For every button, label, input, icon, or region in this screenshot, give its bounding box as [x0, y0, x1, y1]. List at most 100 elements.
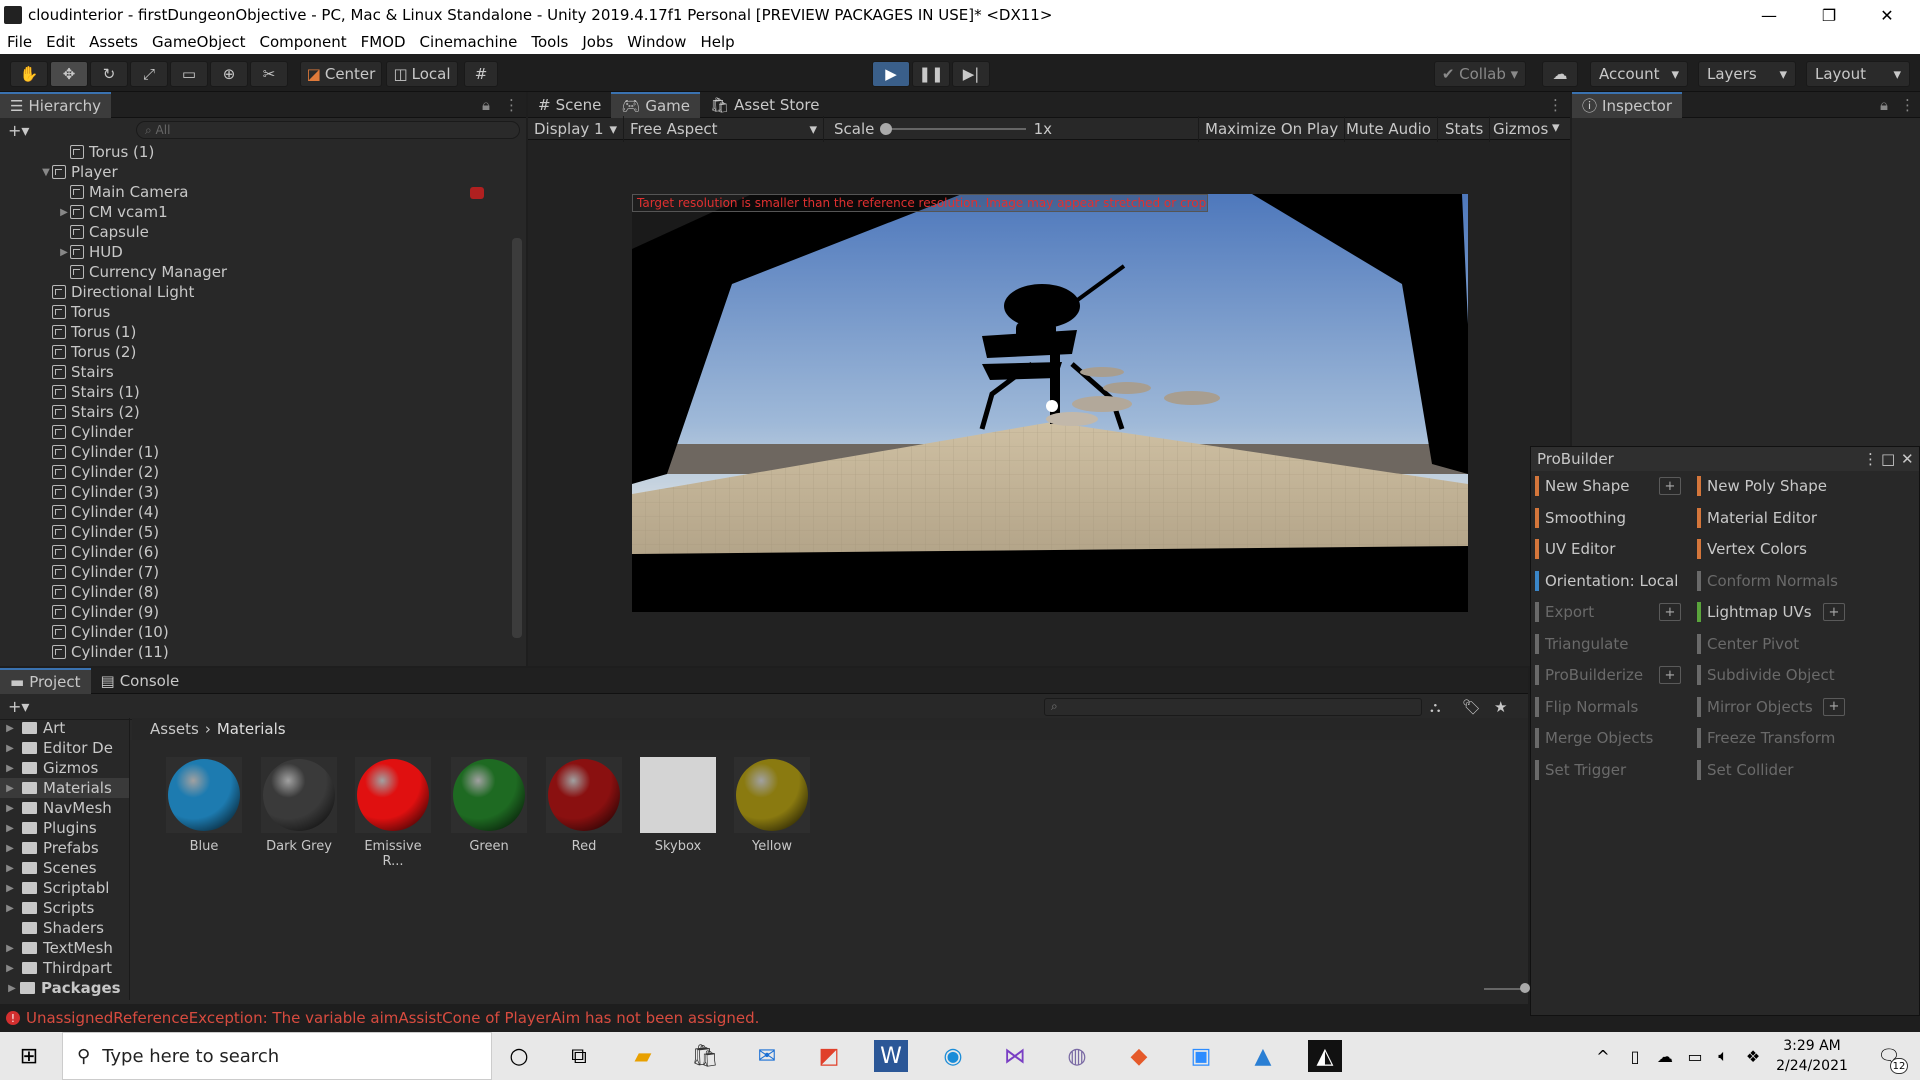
kebab-menu-icon[interactable]: ⋮ [1863, 450, 1878, 468]
options-plus-icon[interactable]: + [1659, 477, 1681, 495]
hierarchy-row[interactable]: Torus (2) [0, 342, 510, 362]
material-asset[interactable]: Green [449, 757, 529, 854]
create-plus-icon[interactable]: +▾ [8, 697, 29, 716]
menu-gameobject[interactable]: GameObject [145, 33, 253, 51]
menu-component[interactable]: Component [253, 33, 354, 51]
close-icon[interactable]: ✕ [1901, 450, 1914, 468]
thumbnail-size-slider[interactable] [1484, 983, 1530, 993]
tab-asset-store[interactable]: 🛍︎ Asset Store [700, 92, 829, 118]
store-icon[interactable]: 🛍︎ [688, 1040, 722, 1072]
folder-tree-item[interactable]: ▶ Materials [0, 778, 129, 798]
hierarchy-row[interactable]: Cylinder (9) [0, 602, 510, 622]
options-plus-icon[interactable]: + [1659, 603, 1681, 621]
tab-console[interactable]: ▤ Console [91, 668, 190, 694]
hierarchy-row[interactable]: Cylinder (10) [0, 622, 510, 642]
probuilder-action[interactable]: Center Pivot [1697, 633, 1799, 655]
hierarchy-row[interactable]: Cylinder (11) [0, 642, 510, 662]
hierarchy-scrollbar[interactable] [512, 238, 522, 638]
maximize-on-play-toggle[interactable]: Maximize On Play [1198, 116, 1346, 142]
clock[interactable]: 3:29 AM 2/24/2021 [1772, 1036, 1852, 1076]
lock-icon[interactable]: 🔒︎ [482, 96, 490, 114]
expand-arrow-icon[interactable]: ▶ [4, 783, 16, 794]
probuilder-action[interactable]: Set Trigger [1535, 759, 1626, 781]
hierarchy-row[interactable]: Cylinder (5) [0, 522, 510, 542]
brave-icon[interactable]: ◆ [1122, 1040, 1156, 1072]
display-dropdown[interactable]: Display 1 ▾ [528, 116, 624, 142]
expand-arrow-icon[interactable]: ▶ [58, 207, 70, 218]
scale-slider[interactable]: Scale 1x [828, 116, 1058, 142]
material-asset[interactable]: Dark Grey [259, 757, 339, 854]
step-button[interactable]: ▶| [952, 61, 990, 87]
game-render-viewport[interactable]: Target resolution is smaller than the re… [632, 194, 1468, 612]
lock-icon[interactable]: 🔒︎ [1880, 96, 1888, 114]
chevron-down-icon[interactable]: ▾ [1552, 118, 1560, 136]
maximize-button[interactable]: ❐ [1800, 0, 1858, 30]
expand-arrow-icon[interactable]: ▶ [4, 723, 16, 734]
hierarchy-row[interactable]: Cylinder (1) [0, 442, 510, 462]
taskbar-search-input[interactable]: ⚲ Type here to search [62, 1032, 492, 1080]
expand-arrow-icon[interactable]: ▶ [4, 883, 16, 894]
probuilder-action[interactable]: Subdivide Object [1697, 664, 1835, 686]
expand-arrow-icon[interactable]: ▶ [4, 763, 16, 774]
project-search-input[interactable]: ⌕ [1044, 698, 1422, 716]
expand-arrow-icon[interactable]: ▶ [4, 903, 16, 914]
minimize-button[interactable]: — [1740, 0, 1798, 30]
folder-tree-item[interactable]: ▶ Scenes [0, 858, 129, 878]
hierarchy-row[interactable]: Stairs [0, 362, 510, 382]
expand-arrow-icon[interactable]: ▶ [4, 843, 16, 854]
transform-tool-icon[interactable]: ⊕ [210, 61, 248, 87]
options-plus-icon[interactable]: + [1659, 666, 1681, 684]
expand-arrow-icon[interactable]: ▶ [6, 983, 18, 994]
probuilder-action[interactable]: UV Editor [1535, 538, 1615, 560]
material-asset[interactable]: Emissive R... [353, 757, 433, 869]
probuilder-action[interactable]: Merge Objects [1535, 727, 1653, 749]
expand-arrow-icon[interactable]: ▶ [4, 943, 16, 954]
cloud-icon[interactable]: ☁ [1542, 61, 1578, 87]
hierarchy-row[interactable]: Currency Manager [0, 262, 510, 282]
material-asset[interactable]: Blue [164, 757, 244, 854]
scale-tool-icon[interactable]: ⤢ [130, 61, 168, 87]
breadcrumb-assets[interactable]: Assets [150, 720, 199, 738]
probuilder-action[interactable]: New Poly Shape [1697, 475, 1827, 497]
maximize-icon[interactable]: □ [1881, 450, 1895, 468]
probuilder-action[interactable]: New Shape [1535, 475, 1629, 497]
hierarchy-row[interactable]: ▼ Player [0, 162, 510, 182]
menu-tools[interactable]: Tools [524, 33, 575, 51]
folder-tree-item[interactable]: ▶ Prefabs [0, 838, 129, 858]
pivot-center-button[interactable]: ◪ Center [300, 61, 382, 87]
zoom-icon[interactable]: ▣ [1184, 1040, 1218, 1072]
cortana-icon[interactable]: ○ [502, 1040, 536, 1072]
layers-dropdown[interactable]: Layers ▾ [1698, 61, 1796, 87]
options-plus-icon[interactable]: + [1823, 697, 1845, 716]
account-dropdown[interactable]: Account ▾ [1590, 61, 1688, 87]
kebab-menu-icon[interactable]: ⋮ [1548, 96, 1563, 114]
close-button[interactable]: ✕ [1858, 0, 1916, 30]
hierarchy-row[interactable]: Stairs (1) [0, 382, 510, 402]
hierarchy-row[interactable]: ▶ HUD [0, 242, 510, 262]
onedrive-cloud-icon[interactable]: ☁ [1648, 1040, 1682, 1072]
hierarchy-row[interactable]: Cylinder (8) [0, 582, 510, 602]
search-by-type-icon[interactable]: ⛬ [1430, 698, 1441, 716]
rotate-tool-icon[interactable]: ↻ [90, 61, 128, 87]
stats-toggle[interactable]: Stats [1439, 116, 1491, 142]
probuilder-action[interactable]: Material Editor [1697, 507, 1817, 529]
menu-edit[interactable]: Edit [39, 33, 82, 51]
material-asset[interactable]: Skybox [638, 757, 718, 854]
probuilder-action[interactable]: Triangulate [1535, 633, 1629, 655]
photos-icon[interactable]: ▲ [1246, 1040, 1280, 1072]
layout-dropdown[interactable]: Layout ▾ [1806, 61, 1910, 87]
folder-tree-item[interactable]: Shaders [0, 918, 129, 938]
folder-tree-item[interactable]: ▶ Art [0, 718, 129, 738]
device-icon[interactable]: ▯ [1618, 1040, 1652, 1072]
pause-button[interactable]: ❚❚ [912, 61, 950, 87]
hierarchy-row[interactable]: Stairs (2) [0, 402, 510, 422]
expand-arrow-icon[interactable]: ▼ [40, 167, 52, 178]
status-bar[interactable]: ! UnassignedReferenceException: The vari… [0, 1004, 1530, 1032]
menu-window[interactable]: Window [620, 33, 693, 51]
hierarchy-row[interactable]: Cylinder [0, 422, 510, 442]
slider-thumb[interactable] [1520, 983, 1530, 993]
create-plus-icon[interactable]: +▾ [8, 121, 29, 140]
expand-arrow-icon[interactable]: ▶ [4, 823, 16, 834]
kebab-menu-icon[interactable]: ⋮ [504, 96, 519, 114]
hierarchy-row[interactable]: Capsule [0, 222, 510, 242]
